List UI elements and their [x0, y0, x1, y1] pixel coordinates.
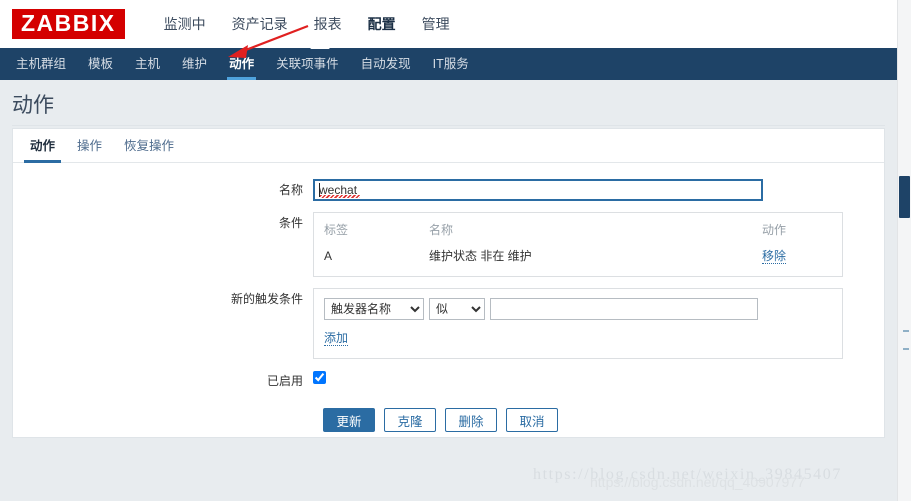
enabled-checkbox[interactable] [313, 371, 326, 385]
condition-value-input[interactable] [490, 298, 758, 320]
action-form: 名称 条件 标签 名称 [13, 163, 884, 432]
clone-button[interactable]: 克隆 [384, 408, 436, 432]
form-row-new-condition: 新的触发条件 触发器名称 似 添加 [13, 288, 884, 359]
active-nav-caret-icon [310, 41, 330, 49]
subnav-item-hosts[interactable]: 主机 [124, 48, 171, 80]
secondary-nav: 主机群组 模板 主机 维护 动作 关联项事件 自动发现 IT服务 [0, 48, 897, 80]
form-row-name: 名称 [13, 179, 884, 201]
condition-operator-select[interactable]: 似 [429, 298, 485, 320]
update-button[interactable]: 更新 [323, 408, 375, 432]
tab-operations[interactable]: 操作 [66, 135, 113, 162]
subnav-item-actions[interactable]: 动作 [218, 48, 265, 80]
new-condition-controls: 触发器名称 似 [324, 298, 832, 320]
conditions-header-row: 标签 名称 动作 [324, 219, 832, 245]
scrollbar-thumb[interactable] [899, 176, 910, 218]
zabbix-logo[interactable]: ZABBIX [12, 9, 125, 39]
enabled-label: 已启用 [266, 374, 303, 388]
form-row-conditions: 条件 标签 名称 动作 A 维护状态 非在 维护 移除 [13, 212, 884, 277]
subnav-item-host-groups[interactable]: 主机群组 [5, 48, 77, 80]
conditions-header-action: 动作 [762, 223, 787, 237]
conditions-table: 标签 名称 动作 A 维护状态 非在 维护 移除 [324, 219, 832, 268]
form-tabs: 动作 操作 恢复操作 [13, 129, 884, 163]
conditions-header-label: 标签 [324, 223, 349, 237]
nav-item-inventory[interactable]: 资产记录 [219, 0, 301, 48]
delete-button[interactable]: 删除 [445, 408, 497, 432]
new-condition-box: 触发器名称 似 添加 [313, 288, 843, 359]
scrollbar-marker [903, 330, 909, 332]
subnav-item-event-correlation[interactable]: 关联项事件 [265, 48, 350, 80]
form-row-enabled: 已启用 [13, 370, 884, 392]
tab-recovery-operations[interactable]: 恢复操作 [113, 135, 185, 162]
conditions-header-name: 名称 [429, 223, 454, 237]
page-title: 动作 [12, 94, 54, 117]
tab-action[interactable]: 动作 [19, 135, 66, 163]
app-header: ZABBIX 监测中 资产记录 报表 配置 管理 [0, 0, 897, 48]
primary-nav: 监测中 资产记录 报表 配置 管理 [151, 0, 463, 48]
action-form-card: 动作 操作 恢复操作 名称 条件 [12, 128, 885, 438]
condition-type-select[interactable]: 触发器名称 [324, 298, 424, 320]
nav-item-configuration[interactable]: 配置 [355, 0, 409, 48]
watermark-primary: https://blog.csdn.net/weixin_39845407 [533, 466, 842, 483]
table-row: A 维护状态 非在 维护 移除 [324, 245, 832, 268]
text-cursor [319, 183, 320, 197]
conditions-label: 条件 [278, 216, 303, 230]
nav-item-administration[interactable]: 管理 [409, 0, 463, 48]
condition-label: A [324, 248, 333, 263]
cancel-button[interactable]: 取消 [506, 408, 558, 432]
action-name-input[interactable] [313, 179, 763, 201]
subnav-item-maintenance[interactable]: 维护 [171, 48, 218, 80]
conditions-box: 标签 名称 动作 A 维护状态 非在 维护 移除 [313, 212, 843, 277]
name-label: 名称 [278, 183, 303, 197]
scrollbar-marker [903, 348, 909, 350]
condition-name: 维护状态 非在 维护 [429, 249, 532, 263]
title-divider [12, 125, 885, 126]
page-title-bar: 动作 [0, 80, 897, 126]
add-condition-link[interactable]: 添加 [324, 331, 349, 346]
page-scrollbar[interactable] [897, 0, 911, 501]
new-condition-label: 新的触发条件 [230, 292, 303, 306]
watermark-secondary: https://blog.csdn.net/qq_40907977 [590, 474, 805, 490]
nav-item-monitoring[interactable]: 监测中 [151, 0, 219, 48]
subnav-item-services[interactable]: IT服务 [422, 48, 480, 80]
form-actions: 更新 克隆 删除 取消 [13, 408, 884, 432]
condition-remove-link[interactable]: 移除 [762, 249, 787, 264]
subnav-item-discovery[interactable]: 自动发现 [350, 48, 422, 80]
subnav-item-templates[interactable]: 模板 [77, 48, 124, 80]
